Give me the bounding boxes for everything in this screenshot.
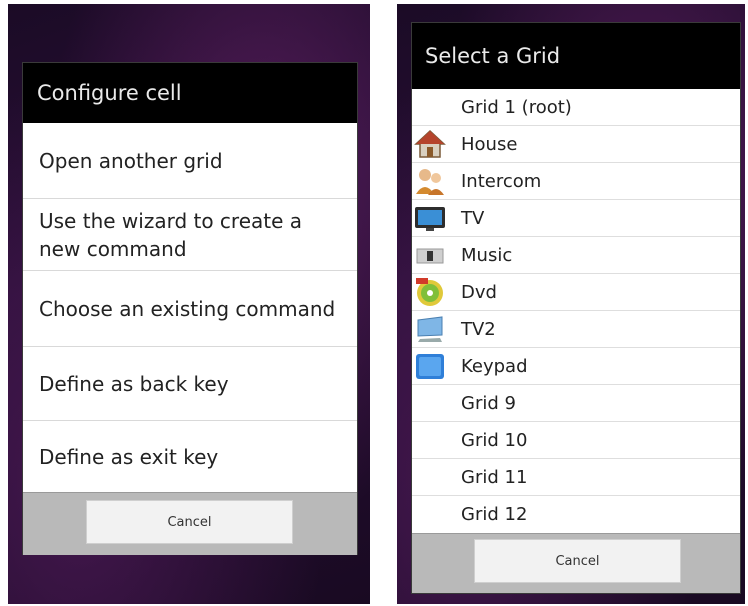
menu-item-label: Define as back key — [39, 371, 229, 396]
house-icon — [414, 129, 446, 159]
grid-item-label: Keypad — [461, 355, 528, 377]
cancel-button[interactable]: Cancel — [86, 500, 293, 544]
menu-item-label: Choose an existing command — [39, 296, 336, 321]
grid-item-dvd[interactable]: Dvd — [412, 274, 740, 311]
grid-item-label: Dvd — [461, 281, 497, 303]
grid-item-tv[interactable]: TV — [412, 200, 740, 237]
dialog-title: Select a Grid — [412, 23, 740, 89]
left-phone-screen: Configure cell Open another grid Use the… — [8, 4, 370, 604]
grid-item-intercom[interactable]: Intercom — [412, 163, 740, 200]
people-icon — [414, 166, 446, 196]
dialog-footer: Cancel — [23, 492, 357, 555]
dvd-disc-icon — [414, 277, 446, 307]
menu-item-label: Use the wizard to create a new command — [39, 208, 303, 261]
grid-item-label: Music — [461, 244, 513, 266]
grid-item-grid-9[interactable]: Grid 9 — [412, 385, 740, 422]
grid-item-grid-1-root[interactable]: Grid 1 (root) — [412, 89, 740, 126]
tv-icon — [414, 203, 446, 233]
grid-item-label: TV2 — [461, 318, 496, 340]
select-grid-dialog: Select a Grid Grid 1 (root) House Interc… — [411, 22, 741, 594]
grid-item-label: Grid 1 (root) — [461, 96, 572, 118]
grid-item-label: House — [461, 133, 518, 155]
menu-item-label: Define as exit key — [39, 444, 219, 469]
grid-item-label: Grid 11 — [461, 466, 528, 488]
grid-item-label: Grid 9 — [461, 392, 516, 414]
grid-item-music[interactable]: Music — [412, 237, 740, 274]
grid-item-tv2[interactable]: TV2 — [412, 311, 740, 348]
grid-item-label: TV — [461, 207, 485, 229]
grid-item-keypad[interactable]: Keypad — [412, 348, 740, 385]
cancel-button[interactable]: Cancel — [474, 539, 681, 583]
dialog-title: Configure cell — [23, 63, 357, 123]
grid-item-label: Grid 12 — [461, 504, 528, 525]
menu-item-define-exit-key[interactable]: Define as exit key — [23, 421, 357, 492]
menu-item-open-another-grid[interactable]: Open another grid — [23, 123, 357, 199]
grid-item-grid-10[interactable]: Grid 10 — [412, 422, 740, 459]
dialog-footer: Cancel — [412, 533, 740, 593]
menu-item-label: Open another grid — [39, 148, 223, 173]
grid-item-label: Intercom — [461, 170, 542, 192]
keypad-icon — [414, 351, 446, 381]
configure-cell-dialog: Configure cell Open another grid Use the… — [22, 62, 358, 555]
menu-item-use-wizard[interactable]: Use the wizard to create a new command — [23, 199, 357, 271]
speaker-icon — [414, 240, 446, 270]
grid-item-grid-11[interactable]: Grid 11 — [412, 459, 740, 496]
grid-item-house[interactable]: House — [412, 126, 740, 163]
monitor-icon — [414, 314, 446, 344]
grid-item-label: Grid 10 — [461, 429, 528, 451]
right-phone-screen: Select a Grid Grid 1 (root) House Interc… — [397, 4, 745, 604]
menu-item-choose-existing-command[interactable]: Choose an existing command — [23, 271, 357, 347]
grid-item-grid-12[interactable]: Grid 12 — [412, 496, 740, 533]
menu-item-define-back-key[interactable]: Define as back key — [23, 347, 357, 421]
